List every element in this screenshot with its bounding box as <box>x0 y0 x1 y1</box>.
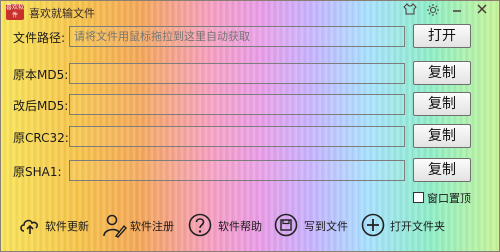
plus-circle-icon <box>360 212 386 238</box>
crc32-field[interactable] <box>69 126 405 147</box>
sha1-label: 原SHA1: <box>13 165 62 179</box>
md5-modified-label: 改后MD5: <box>13 99 69 113</box>
copy-crc32-button[interactable]: 复制 <box>413 124 471 148</box>
copy-sha1-button[interactable]: 复制 <box>413 158 471 182</box>
help-label: 软件帮助 <box>218 220 262 233</box>
topmost-label: 窗口置顶 <box>427 192 471 205</box>
update-software-label: 软件更新 <box>45 220 89 233</box>
question-icon <box>187 212 213 238</box>
md5-modified-row: 改后MD5: 复制 <box>1 90 500 120</box>
title-bar[interactable]: 喜欢软件 喜欢就输文件 <box>1 1 500 23</box>
md5-original-field[interactable] <box>69 63 405 84</box>
topmost-checkbox[interactable]: 窗口置顶 <box>413 190 471 205</box>
write-to-file-label: 写到文件 <box>304 220 348 233</box>
crc32-row: 原CRC32: 复制 <box>1 122 500 152</box>
save-disk-icon <box>273 212 299 238</box>
settings-icon[interactable] <box>424 3 442 19</box>
md5-original-row: 原本MD5: 复制 <box>1 59 500 89</box>
register-software-label: 软件注册 <box>130 220 174 233</box>
skin-icon[interactable] <box>401 3 419 19</box>
copy-md5-modified-button[interactable]: 复制 <box>413 92 471 116</box>
file-path-row: 文件路径: 打开 <box>1 22 500 52</box>
person-pen-icon <box>101 212 127 238</box>
md5-modified-field[interactable] <box>69 94 405 115</box>
crc32-label: 原CRC32: <box>13 131 69 145</box>
window-title: 喜欢就输文件 <box>29 7 95 20</box>
main-window: 喜欢软件 喜欢就输文件 文件路径: 打开 原本MD5: 复制 改后MD5: 复制… <box>0 0 500 252</box>
open-folder-label: 打开文件夹 <box>390 220 445 233</box>
file-path-label: 文件路径: <box>13 31 66 45</box>
checkbox-box[interactable] <box>413 192 424 203</box>
md5-original-label: 原本MD5: <box>13 68 69 82</box>
app-logo-text: 喜欢软件 <box>6 4 25 19</box>
open-button[interactable]: 打开 <box>413 24 471 48</box>
sha1-field[interactable] <box>69 160 405 181</box>
file-path-input[interactable] <box>69 26 405 47</box>
cloud-upload-icon <box>17 212 43 238</box>
close-icon[interactable] <box>473 3 491 19</box>
minimize-icon[interactable] <box>448 3 466 19</box>
copy-md5-original-button[interactable]: 复制 <box>413 61 471 85</box>
app-logo-icon: 喜欢软件 <box>6 4 24 20</box>
sha1-row: 原SHA1: 复制 <box>1 156 500 186</box>
